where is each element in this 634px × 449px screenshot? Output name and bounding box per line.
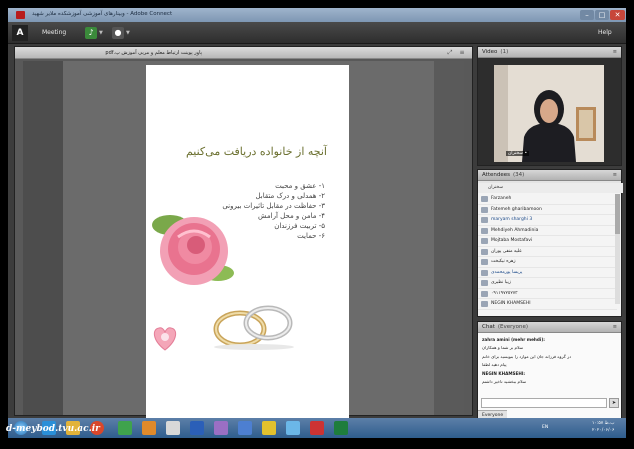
adobe-logo-icon: A (12, 25, 28, 41)
person-icon (481, 280, 488, 286)
attendee-item[interactable]: زیبا نظیری (478, 278, 617, 289)
adobe-connect-taskbar-icon[interactable] (310, 421, 324, 435)
video-pod-title: Video (1) (482, 49, 509, 55)
person-icon (481, 269, 488, 276)
attendees-list: Farzaneh Fatemeh gharibamoon maryam shar… (478, 194, 617, 310)
chat-pod-header: Chat (Everyone) ≡ (478, 322, 621, 333)
attendee-item[interactable]: NEGIN KHAMSEHI (478, 299, 617, 310)
windows-taskbar: EN ۱۰:۵۷ ب.ظ ۲۰۲۰/۰۶/۰۶ (8, 418, 626, 438)
media-player-icon[interactable] (142, 421, 156, 435)
share-pod: پاور پوینت ارتباط معلم و مربی آموزش پ.pd… (14, 46, 473, 419)
chevron-down-icon[interactable]: ▼ (99, 30, 103, 36)
presenter-video (494, 65, 604, 162)
adobe-connect-app-icon (16, 11, 25, 19)
minimize-button[interactable]: – (580, 10, 594, 20)
video-pod: Video (1) ≡ • سخنران (477, 46, 622, 166)
menu-bar: A Meeting ♪ ▼ ● ▼ Help (8, 22, 626, 44)
presenter-video-image (494, 65, 604, 162)
pod-menu-icon[interactable]: ≡ (613, 49, 617, 55)
attendee-item[interactable]: پریسا پورمحمدی (478, 268, 617, 278)
chat-pod-title: Chat (Everyone) (482, 324, 529, 330)
chevron-down-icon[interactable]: ▼ (126, 30, 130, 36)
microphone-icon[interactable]: ● (112, 27, 124, 39)
attendee-item[interactable]: Farzaneh (478, 194, 617, 205)
attendee-item[interactable]: maryam sharghi 3 (478, 215, 617, 226)
person-icon (481, 206, 488, 213)
pod-menu-icon[interactable]: ≡ (613, 324, 617, 330)
chat-input[interactable] (481, 398, 607, 408)
app-icon[interactable] (166, 421, 180, 435)
chat-sender: zahra amini (mehr mehdi): (482, 337, 545, 342)
person-icon (481, 238, 488, 244)
chat-message: پیام دهید لطفا (482, 362, 507, 368)
wedding-rings-image (213, 305, 294, 350)
video-participant-name: • سخنران (506, 151, 530, 156)
attendees-pod: Attendees (34) ≡ سخنران Farzaneh Fatemeh … (477, 169, 623, 317)
app-icon[interactable] (214, 421, 228, 435)
window-title-bar: وبینارهای آموزشی آموزشکده ملایر شهید - A… (8, 8, 626, 22)
attendees-pod-header: Attendees (34) ≡ (478, 170, 621, 181)
chat-message: در گروه فرزانه جان این موارد را بنویسید … (482, 353, 572, 359)
clock-date: ۲۰۲۰/۰۶/۰۶ (592, 427, 615, 433)
attendees-section-label[interactable]: سخنران (478, 183, 623, 193)
watermark: d-meybod.tvu.ac.ir (6, 424, 100, 434)
heart-icon (153, 327, 177, 351)
person-icon (481, 259, 488, 265)
slide-bullet: ۱- عشق و محبت (275, 182, 325, 190)
chat-message: سلام بر شما و همکاران (482, 345, 524, 351)
chat-send-button[interactable]: ➤ (609, 398, 619, 408)
share-document-title: پاور پوینت ارتباط معلم و مربی آموزش پ.pd… (105, 50, 202, 56)
word-icon[interactable] (190, 421, 204, 435)
language-indicator[interactable]: EN (542, 425, 548, 430)
app-icon[interactable] (238, 421, 252, 435)
maximize-button[interactable]: □ (595, 10, 609, 20)
menu-help[interactable]: Help (598, 29, 612, 36)
person-icon (481, 217, 488, 223)
document-viewer[interactable]: آنچه از خانواده دریافت می‌کنیم ۱- عشق و … (23, 61, 464, 419)
attendee-item[interactable]: ٠٩١١٩٧٢٥٢٧٣ (478, 289, 617, 299)
scrollbar-thumb[interactable] (615, 194, 620, 234)
attendee-item[interactable]: Mehdiyeh Ahmadinia (478, 226, 617, 236)
attendee-item[interactable]: علیه منفی پوران (478, 247, 617, 257)
document-margin-left (23, 61, 63, 415)
app-icon[interactable] (286, 421, 300, 435)
chat-message: سلام ببخشید تاخیر داشتم (482, 379, 527, 385)
attendee-item[interactable]: Fatemeh gharibamoon (478, 205, 617, 215)
chat-sender: NEGIN KHAMSEHI: (482, 370, 526, 376)
person-icon (481, 248, 488, 255)
chat-pod: Chat (Everyone) ≡ zahra amini (mehr mehdi… (477, 321, 622, 420)
rose-image (152, 215, 234, 285)
window-title: وبینارهای آموزشی آموزشکده ملایر شهید - A… (32, 11, 173, 17)
app-icon[interactable] (118, 421, 132, 435)
menu-meeting[interactable]: Meeting (42, 29, 66, 36)
pod-menu-icon[interactable]: ≡ (613, 172, 617, 178)
fullscreen-icon[interactable]: ⤢ (446, 49, 454, 57)
speaker-icon[interactable]: ♪ (85, 27, 97, 39)
share-pod-header: پاور پوینت ارتباط معلم و مربی آموزش پ.pd… (15, 47, 472, 59)
video-pod-header: Video (1) ≡ (478, 47, 621, 58)
attendee-item[interactable]: زهره نیکبخت (478, 257, 617, 268)
slide-page: آنچه از خانواده دریافت می‌کنیم ۱- عشق و … (146, 65, 349, 419)
person-icon (481, 227, 488, 234)
app-icon[interactable] (262, 421, 276, 435)
chat-messages: zahra amini (mehr mehdi): سلام بر شما و … (482, 336, 618, 386)
person-icon (481, 301, 488, 307)
excel-icon[interactable] (334, 421, 348, 435)
attendees-pod-title: Attendees (34) (482, 172, 525, 178)
attendee-item[interactable]: Mojtaba Mostafavi (478, 236, 617, 247)
clock-time: ۱۰:۵۷ ب.ظ (592, 421, 615, 426)
attendees-scrollbar[interactable] (615, 194, 620, 304)
screen: وبینارهای آموزشی آموزشکده ملایر شهید - A… (8, 8, 626, 438)
slide-title: آنچه از خانواده دریافت می‌کنیم (185, 145, 327, 158)
person-icon (481, 290, 488, 297)
close-button[interactable]: ✕ (610, 10, 625, 20)
pod-menu-icon[interactable]: ≡ (458, 49, 466, 57)
slide-bullet: ۲- همدلی و درک متقابل (255, 192, 326, 200)
person-icon (481, 196, 488, 202)
system-clock[interactable]: ۱۰:۵۷ ب.ظ ۲۰۲۰/۰۶/۰۶ (592, 421, 614, 434)
document-margin-right (434, 61, 464, 415)
